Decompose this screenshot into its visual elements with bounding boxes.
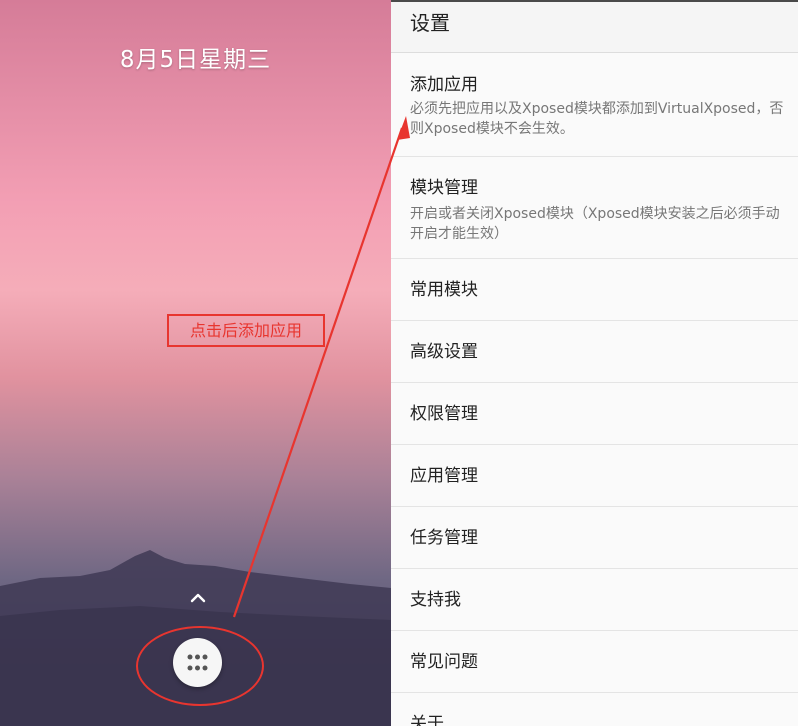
setting-summary: 开启或者关闭Xposed模块（Xposed模块安装之后必须手动开启才能生效） [410, 206, 780, 242]
setting-add-app[interactable]: 添加应用 必须先把应用以及Xposed模块都添加到VirtualXposed，否… [391, 53, 798, 157]
setting-task-manage[interactable]: 任务管理 [391, 507, 798, 569]
setting-advanced[interactable]: 高级设置 [391, 321, 798, 383]
settings-panel: 设置 添加应用 必须先把应用以及Xposed模块都添加到VirtualXpose… [391, 0, 798, 726]
setting-common-modules[interactable]: 常用模块 [391, 259, 798, 321]
chevron-up-icon[interactable] [188, 588, 208, 608]
lock-date: 8月5日星期三 [119, 47, 272, 73]
setting-title: 添加应用 [410, 75, 478, 95]
setting-title: 支持我 [410, 590, 461, 610]
setting-title: 权限管理 [410, 404, 478, 424]
annotation-label: 点击后添加应用 [167, 314, 325, 347]
setting-app-manage[interactable]: 应用管理 [391, 445, 798, 507]
setting-title: 任务管理 [410, 528, 478, 548]
setting-title: 模块管理 [410, 178, 478, 198]
setting-module-manage[interactable]: 模块管理 开启或者关闭Xposed模块（Xposed模块安装之后必须手动开启才能… [391, 157, 798, 259]
setting-title: 常用模块 [410, 280, 478, 300]
launcher-home-screen: 8月5日星期三 点击后添加应用 [0, 0, 391, 726]
app-grid-icon [187, 654, 208, 671]
all-apps-button[interactable] [173, 638, 222, 687]
setting-faq[interactable]: 常见问题 [391, 631, 798, 693]
setting-about[interactable]: 关于 [391, 693, 798, 726]
setting-summary: 必须先把应用以及Xposed模块都添加到VirtualXposed，否则Xpos… [410, 101, 784, 137]
setting-support[interactable]: 支持我 [391, 569, 798, 631]
settings-title: 设置 [391, 0, 798, 53]
setting-permissions[interactable]: 权限管理 [391, 383, 798, 445]
setting-title: 高级设置 [410, 342, 478, 362]
setting-title: 应用管理 [410, 466, 478, 486]
setting-title: 常见问题 [410, 652, 478, 672]
setting-title: 关于 [410, 714, 444, 726]
